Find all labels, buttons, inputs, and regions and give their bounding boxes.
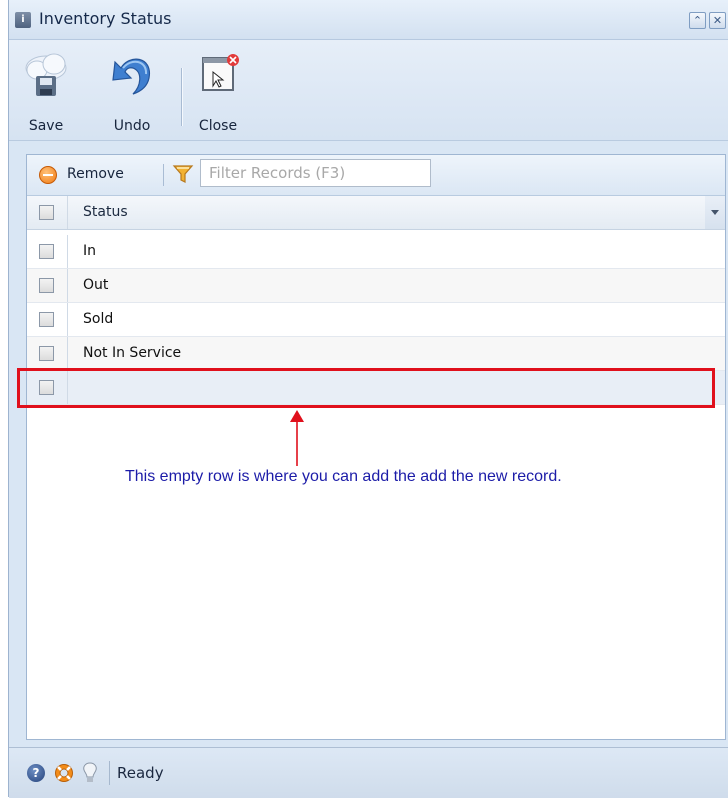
undo-arrow-icon [112, 58, 150, 95]
status-cell[interactable]: Out [83, 277, 108, 293]
column-menu-dropdown[interactable] [705, 196, 725, 229]
close-label: Close [198, 118, 238, 134]
info-icon: i [15, 12, 31, 28]
statusbar-separator [109, 761, 110, 785]
grid-toolbar-separator [163, 164, 164, 186]
cloud-save-icon [25, 53, 67, 96]
remove-icon [39, 166, 57, 184]
main-toolbar: Save Undo Close [9, 40, 728, 141]
grid-toolbar: Remove [27, 155, 725, 196]
filter-funnel-icon[interactable] [172, 163, 194, 185]
status-cell[interactable]: Sold [83, 311, 113, 327]
annotation-text: This empty row is where you can add the … [125, 468, 562, 485]
status-cell[interactable]: In [83, 243, 96, 259]
row-checkbox[interactable] [39, 278, 54, 293]
row-checkbox[interactable] [39, 312, 54, 327]
column-divider [67, 337, 68, 370]
inventory-status-window: i Inventory Status ⌃ ✕ Save Undo Close R… [8, 0, 728, 798]
row-checkbox[interactable] [39, 380, 54, 395]
save-label: Save [28, 118, 64, 134]
filter-records-input[interactable] [200, 159, 431, 187]
undo-button[interactable]: Undo [103, 46, 161, 136]
close-window-button[interactable]: ✕ [709, 12, 726, 29]
column-divider [67, 235, 68, 268]
table-row[interactable]: Sold [27, 303, 725, 337]
new-record-row[interactable] [27, 371, 725, 405]
status-bar: ? Ready [9, 747, 728, 798]
close-button[interactable]: Close [189, 46, 247, 136]
save-button[interactable]: Save [17, 46, 75, 136]
status-text: Ready [117, 764, 164, 782]
table-row[interactable]: In [27, 235, 725, 269]
column-divider [67, 269, 68, 302]
toolbar-separator [181, 68, 182, 126]
status-cell[interactable]: Not In Service [83, 345, 181, 361]
annotation-arrow [290, 410, 304, 466]
collapse-button[interactable]: ⌃ [689, 12, 706, 29]
undo-label: Undo [113, 118, 151, 134]
row-checkbox[interactable] [39, 346, 54, 361]
status-grid-panel: Remove Status In Out [26, 154, 726, 740]
row-checkbox[interactable] [39, 244, 54, 259]
close-window-icon [202, 54, 239, 91]
column-divider [67, 303, 68, 336]
table-row[interactable]: Out [27, 269, 725, 303]
column-divider [67, 371, 68, 404]
column-divider [67, 196, 68, 229]
remove-label: Remove [67, 166, 124, 182]
lightbulb-icon[interactable] [81, 761, 99, 785]
help-icon[interactable]: ? [27, 764, 45, 782]
select-all-checkbox[interactable] [39, 205, 54, 220]
title-bar: i Inventory Status ⌃ ✕ [9, 0, 728, 40]
grid-header-row: Status [27, 196, 725, 230]
status-column-header[interactable]: Status [83, 204, 128, 220]
window-title: Inventory Status [39, 9, 172, 28]
table-row[interactable]: Not In Service [27, 337, 725, 371]
lifebuoy-icon[interactable] [54, 763, 74, 783]
